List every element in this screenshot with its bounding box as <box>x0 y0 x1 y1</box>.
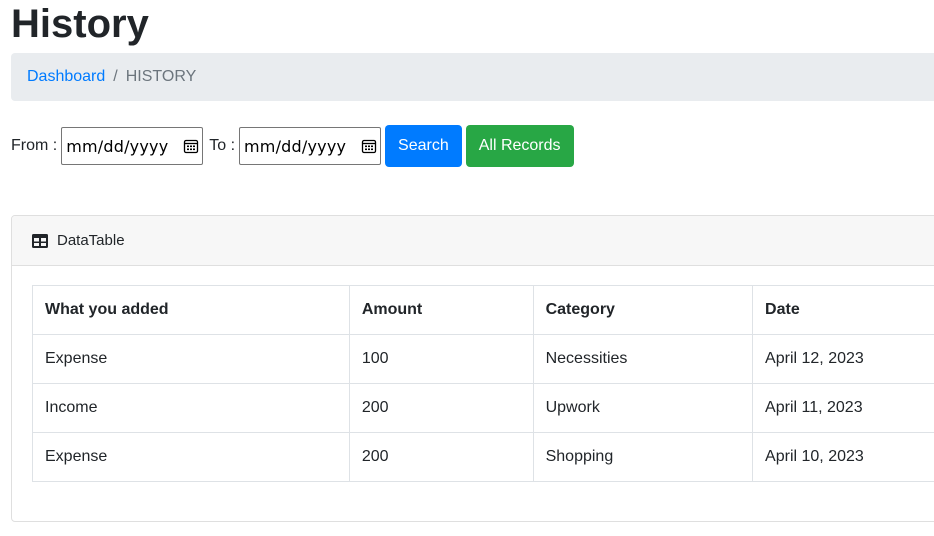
column-header[interactable]: What you added <box>32 285 350 335</box>
table-cell: Expense <box>32 432 350 482</box>
table-row: Expense 200 Shopping April 10, 2023 <box>32 432 934 482</box>
table-cell: April 11, 2023 <box>752 383 934 433</box>
table-header-row: What you added Amount Category Date <box>32 285 934 335</box>
card-header: DataTable <box>12 216 934 266</box>
table-cell: April 12, 2023 <box>752 334 934 384</box>
column-header[interactable]: Category <box>532 285 754 335</box>
page-title: History <box>11 2 149 46</box>
breadcrumb-separator: / <box>113 68 118 85</box>
datatable-card: DataTable What you added Amount Category… <box>11 215 934 522</box>
to-date-input[interactable]: mm/dd/yyyy <box>239 127 382 165</box>
card-title: DataTable <box>57 232 125 249</box>
table-row: Income 200 Upwork April 11, 2023 <box>32 383 934 433</box>
calendar-icon[interactable] <box>361 138 377 154</box>
table-cell: Upwork <box>532 383 754 433</box>
column-header[interactable]: Amount <box>348 285 534 335</box>
to-label: To : <box>209 137 236 154</box>
date-filter-form: From : mm/dd/yyyy To : mm/dd/yyyy Search… <box>11 125 574 167</box>
table-cell: Necessities <box>532 334 754 384</box>
table-cell: Income <box>32 383 350 433</box>
to-date-placeholder: mm/dd/yyyy <box>244 136 347 156</box>
history-table: What you added Amount Category Date Expe… <box>32 285 934 482</box>
breadcrumb-dashboard-link[interactable]: Dashboard <box>27 68 105 86</box>
table-cell: April 10, 2023 <box>752 432 934 482</box>
from-date-placeholder: mm/dd/yyyy <box>66 136 169 156</box>
all-records-button[interactable]: All Records <box>465 125 574 167</box>
column-header[interactable]: Date <box>752 285 934 335</box>
table-cell: 100 <box>348 334 534 384</box>
from-label: From : <box>11 137 58 154</box>
table-row: Expense 100 Necessities April 12, 2023 <box>32 334 934 384</box>
table-cell: 200 <box>348 383 534 433</box>
table-cell: Shopping <box>532 432 754 482</box>
table-cell: Expense <box>32 334 350 384</box>
search-button[interactable]: Search <box>385 125 462 167</box>
table-cell: 200 <box>348 432 534 482</box>
breadcrumb-current: HISTORY <box>125 68 197 85</box>
from-date-input[interactable]: mm/dd/yyyy <box>61 127 204 165</box>
calendar-icon[interactable] <box>183 138 199 154</box>
table-icon <box>32 233 48 248</box>
breadcrumb: Dashboard / HISTORY <box>11 53 934 101</box>
